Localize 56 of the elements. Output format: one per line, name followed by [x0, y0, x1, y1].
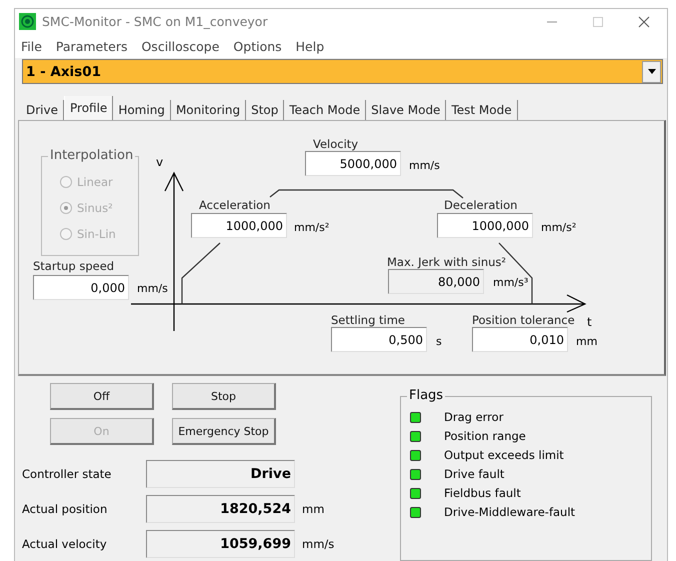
status-value: 1820,524: [146, 495, 295, 524]
input-field[interactable]: 1000,000: [437, 213, 533, 238]
field-label: Max. Jerk with sinus²: [387, 255, 506, 270]
menu-item[interactable]: Help: [296, 38, 324, 54]
flag-label: Fieldbus fault: [444, 486, 521, 500]
input-field: 80,000: [388, 269, 484, 294]
status-label: Actual velocity: [22, 537, 108, 552]
axis-label: v: [156, 155, 164, 170]
status-label: Controller state: [22, 467, 112, 482]
unit-label: mm/s²: [541, 221, 576, 234]
app-logo-icon: [19, 13, 36, 30]
field-label: Acceleration: [199, 198, 270, 212]
button[interactable]: Off: [50, 383, 154, 410]
status-value: 1059,699: [146, 530, 295, 558]
axis-label: t: [587, 315, 592, 330]
menu-item[interactable]: Parameters: [56, 38, 128, 54]
input-field[interactable]: 0,010: [472, 327, 568, 352]
radio-label: Linear: [77, 175, 113, 190]
unit-label: mm: [302, 502, 324, 516]
unit-label: mm: [576, 335, 598, 348]
unit-label: s: [436, 335, 442, 348]
field-label: Position tolerance: [472, 313, 575, 328]
maximize-icon[interactable]: [592, 16, 604, 28]
status-value: Drive: [146, 460, 295, 488]
input-field[interactable]: 0,000: [33, 275, 129, 300]
radio-label: Sinus²: [77, 201, 113, 216]
field-label: Deceleration: [444, 198, 518, 212]
radio-label: Sin-Lin: [77, 227, 116, 242]
field-label: Velocity: [313, 137, 358, 152]
tab[interactable]: Profile: [64, 96, 114, 120]
menu-item[interactable]: Oscilloscope: [141, 38, 220, 54]
field-label: Settling time: [331, 313, 406, 328]
menu-item[interactable]: File: [21, 38, 42, 54]
input-field[interactable]: 0,500: [331, 327, 427, 352]
window-title: SMC-Monitor - SMC on M1_conveyor: [42, 14, 269, 30]
group-title: Interpolation: [48, 148, 136, 164]
unit-label: mm/s: [302, 537, 334, 552]
unit-label: mm/s: [409, 159, 440, 172]
flag-label: Drag error: [444, 410, 504, 424]
close-icon[interactable]: [638, 16, 650, 28]
unit-label: mm/s³: [493, 276, 528, 290]
field-label: Startup speed: [33, 259, 114, 274]
flag-label: Position range: [444, 429, 526, 444]
status-label: Actual position: [22, 502, 108, 516]
flag-label: Output exceeds limit: [444, 448, 564, 462]
flag-label: Drive-Middleware-fault: [444, 505, 576, 520]
input-field[interactable]: 1000,000: [191, 213, 287, 238]
axis-dropdown[interactable]: 1 - Axis01: [22, 58, 663, 84]
group-title: Flags: [407, 388, 446, 404]
input-field[interactable]: 5000,000: [305, 151, 401, 176]
unit-label: mm/s²: [294, 221, 330, 234]
button[interactable]: Emergency Stop: [172, 418, 276, 446]
menu-item[interactable]: Options: [233, 38, 282, 54]
button[interactable]: Stop: [172, 383, 276, 410]
unit-label: mm/s: [137, 282, 168, 296]
flag-label: Drive fault: [444, 467, 504, 482]
